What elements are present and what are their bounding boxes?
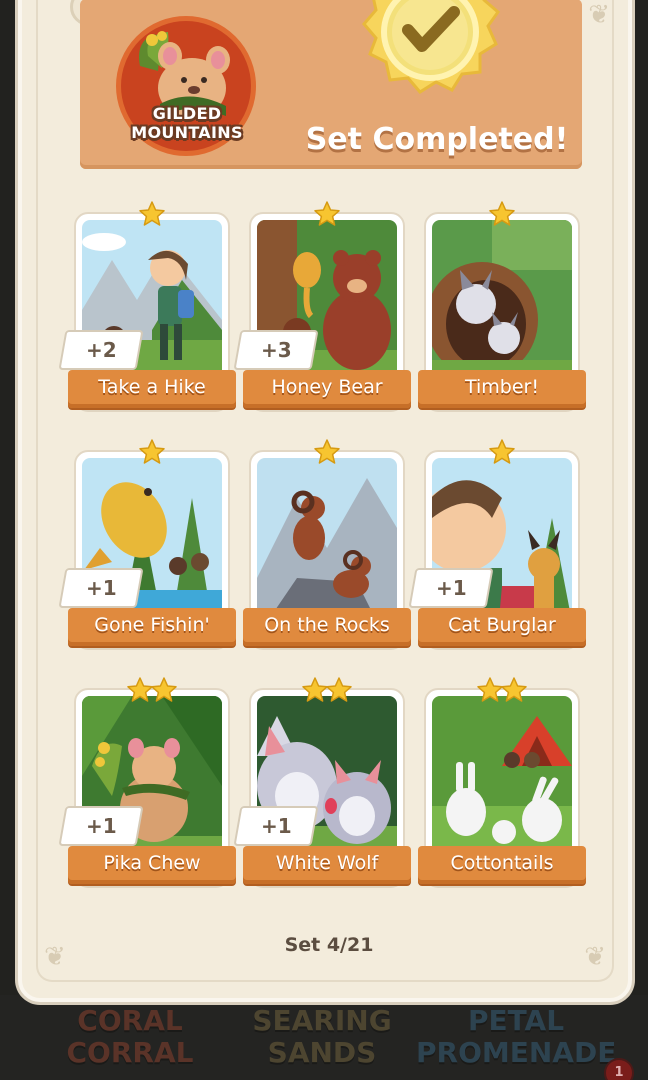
duplicate-count-tag: +3 bbox=[233, 330, 319, 370]
star-icon bbox=[139, 439, 165, 464]
set-name: GILDED MOUNTAINS bbox=[131, 104, 243, 142]
duplicate-count-tag: +1 bbox=[58, 568, 144, 608]
duplicate-count-tag: +2 bbox=[58, 330, 144, 370]
set-detail-panel: ❦ ❦ ❦ ↺ GILDED MOUNTAINS Set Co bbox=[18, 0, 632, 1002]
duplicate-count: +1 bbox=[435, 576, 467, 600]
star-rating bbox=[249, 676, 405, 706]
background-set-label: PETAL PROMENADE bbox=[416, 1004, 617, 1069]
star-rating bbox=[424, 200, 580, 230]
card-name-ribbon: White Wolf bbox=[243, 846, 411, 884]
left-backdrop bbox=[0, 0, 20, 1000]
star-rating bbox=[249, 438, 405, 468]
sticker-card[interactable]: Timber! bbox=[418, 200, 586, 416]
star-icon bbox=[501, 677, 527, 702]
duplicate-count: +2 bbox=[85, 338, 117, 362]
card-name-ribbon: Timber! bbox=[418, 370, 586, 408]
sticker-card[interactable]: +3 Honey Bear bbox=[233, 200, 411, 416]
star-rating bbox=[74, 438, 230, 468]
star-icon bbox=[151, 677, 177, 702]
card-name-ribbon: On the Rocks bbox=[243, 608, 411, 646]
card-name-ribbon: Gone Fishin' bbox=[68, 608, 236, 646]
corner-ornament-icon: ❦ bbox=[588, 0, 610, 30]
completed-seal-icon bbox=[362, 0, 501, 94]
duplicate-count: +1 bbox=[85, 814, 117, 838]
star-rating bbox=[424, 438, 580, 468]
star-icon bbox=[314, 439, 340, 464]
card-name-ribbon: Cottontails bbox=[418, 846, 586, 884]
duplicate-count-tag: +1 bbox=[58, 806, 144, 846]
card-illustration bbox=[432, 696, 572, 860]
set-completed-label: Set Completed! bbox=[305, 122, 569, 157]
set-counter: Set 4/21 bbox=[284, 934, 374, 956]
duplicate-count: +3 bbox=[260, 338, 292, 362]
star-icon bbox=[489, 439, 515, 464]
card-name-ribbon: Pika Chew bbox=[68, 846, 236, 884]
sticker-card[interactable]: +1 Pika Chew bbox=[58, 676, 236, 892]
card-name-ribbon: Honey Bear bbox=[243, 370, 411, 408]
star-rating bbox=[74, 676, 230, 706]
card-name-ribbon: Cat Burglar bbox=[418, 608, 586, 646]
set-emblem: GILDED MOUNTAINS bbox=[116, 6, 262, 156]
star-rating bbox=[424, 676, 580, 706]
rabbits-illustration-icon bbox=[432, 696, 572, 860]
background-set-label: CORAL CORRAL bbox=[66, 1004, 194, 1069]
background-set-label: SEARING SANDS bbox=[252, 1004, 392, 1069]
notification-badge: 1 bbox=[604, 1058, 634, 1080]
star-icon bbox=[489, 201, 515, 226]
star-icon bbox=[326, 677, 352, 702]
sticker-card[interactable]: On the Rocks bbox=[243, 438, 411, 654]
sticker-card[interactable]: +2 Take a Hike bbox=[58, 200, 236, 416]
sticker-card[interactable]: +1 Cat Burglar bbox=[408, 438, 586, 654]
card-name-ribbon: Take a Hike bbox=[68, 370, 236, 408]
rams-illustration-icon bbox=[257, 458, 397, 622]
sticker-card[interactable]: +1 White Wolf bbox=[233, 676, 411, 892]
star-rating bbox=[249, 200, 405, 230]
duplicate-count: +1 bbox=[85, 576, 117, 600]
duplicate-count-tag: +1 bbox=[408, 568, 494, 608]
star-icon bbox=[139, 201, 165, 226]
card-illustration bbox=[257, 458, 397, 622]
star-icon bbox=[314, 201, 340, 226]
sticker-card[interactable]: Cottontails bbox=[418, 676, 586, 892]
card-illustration bbox=[432, 220, 572, 384]
sticker-card[interactable]: +1 Gone Fishin' bbox=[58, 438, 236, 654]
star-rating bbox=[74, 200, 230, 230]
duplicate-count-tag: +1 bbox=[233, 806, 319, 846]
duplicate-count: +1 bbox=[260, 814, 292, 838]
husky-illustration-icon bbox=[432, 220, 572, 384]
